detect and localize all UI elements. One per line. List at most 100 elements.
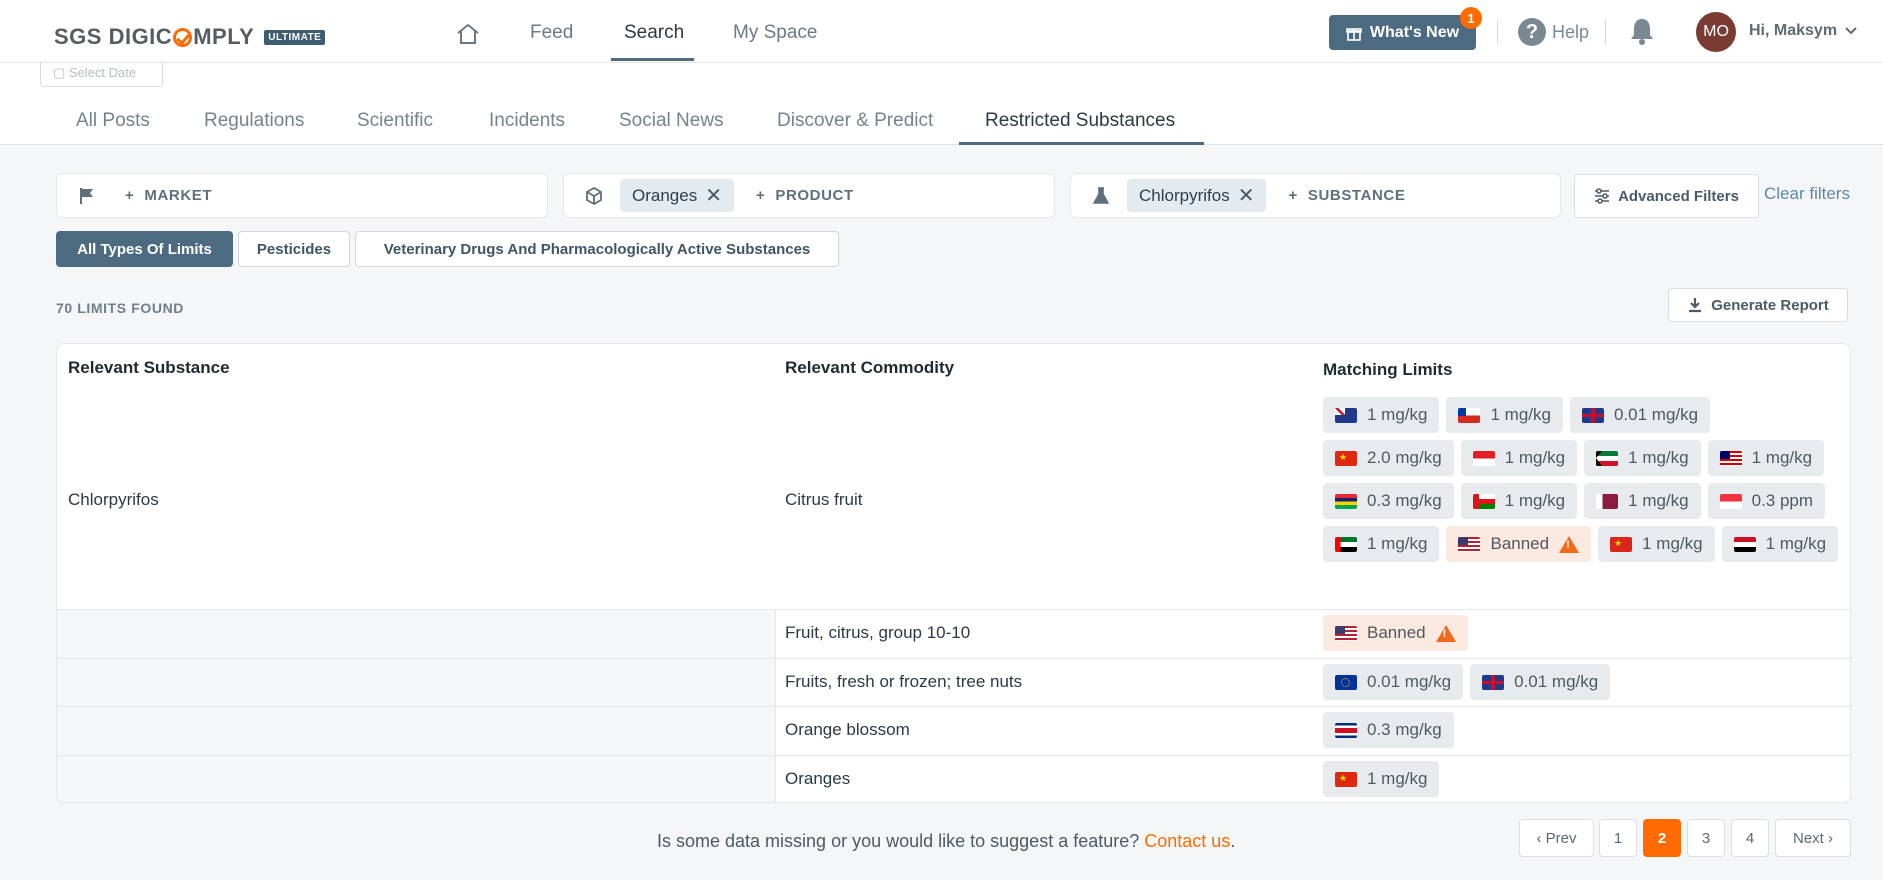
whats-new-label: What's New <box>1369 23 1460 41</box>
empty-substance-cell <box>57 610 776 658</box>
nav-my-space[interactable]: My Space <box>733 22 817 44</box>
limit-type-pesticides[interactable]: Pesticides <box>238 231 350 267</box>
flask-icon <box>1091 186 1111 206</box>
home-icon[interactable] <box>455 22 481 46</box>
pagination-prev-label: Prev <box>1545 829 1577 847</box>
flag-om-icon <box>1472 493 1495 509</box>
limit-chip-banned[interactable]: Banned <box>1446 526 1592 562</box>
pagination-prev[interactable]: ‹ Prev <box>1519 819 1594 857</box>
chevron-left-icon: ‹ <box>1536 829 1546 847</box>
matching-limits-list: Banned <box>1323 615 1843 651</box>
nav-active-indicator <box>611 58 694 61</box>
avatar[interactable]: MO <box>1696 12 1736 52</box>
limit-chip[interactable]: 1 mg/kg <box>1707 440 1825 476</box>
tab-social-news[interactable]: Social News <box>619 110 724 132</box>
limit-value: Banned <box>1367 623 1426 642</box>
empty-substance-cell <box>57 707 776 755</box>
contact-us-link[interactable]: Contact us <box>1144 831 1230 851</box>
limit-value: 1 mg/kg <box>1765 534 1827 553</box>
pagination-page[interactable]: 3 <box>1687 819 1725 857</box>
tab-scientific[interactable]: Scientific <box>357 110 433 132</box>
pagination-next[interactable]: Next › <box>1775 819 1851 857</box>
user-menu[interactable]: Hi, Maksym <box>1749 22 1857 40</box>
limit-type-all[interactable]: All Types Of Limits <box>56 231 233 267</box>
pagination-page[interactable]: 1 <box>1599 819 1637 857</box>
advanced-filters-label: Advanced Filters <box>1618 187 1739 205</box>
plus-icon: + <box>125 187 135 204</box>
matching-limits-list: ★ 1 mg/kg <box>1323 761 1843 797</box>
limit-chip[interactable]: 1 mg/kg <box>1460 440 1578 476</box>
substance-chip[interactable]: Chlorpyrifos ✕ <box>1127 179 1267 212</box>
limit-value: 1 mg/kg <box>1367 405 1428 424</box>
generate-report-label: Generate Report <box>1711 296 1829 314</box>
limit-type-veterinary-drugs[interactable]: Veterinary Drugs And Pharmacologically A… <box>355 231 839 267</box>
flag-ye-icon <box>1733 536 1756 552</box>
limit-chip[interactable]: 0.3 mg/kg <box>1323 483 1454 519</box>
limit-chip[interactable]: 1 mg/kg <box>1323 526 1440 562</box>
limit-chip[interactable]: 1 mg/kg <box>1584 483 1701 519</box>
flag-gb-icon <box>1482 674 1505 690</box>
product-chip-label: Oranges <box>632 185 698 205</box>
product-chip[interactable]: Oranges ✕ <box>620 179 734 212</box>
add-product-button[interactable]: + PRODUCT <box>756 187 854 204</box>
limit-value: 2.0 mg/kg <box>1367 448 1442 467</box>
chevron-right-icon: › <box>1823 829 1833 847</box>
pagination-page-current[interactable]: 2 <box>1643 819 1681 857</box>
nav-feed[interactable]: Feed <box>530 22 573 44</box>
nav-search[interactable]: Search <box>624 22 684 44</box>
limit-chip[interactable]: 1 mg/kg <box>1584 440 1701 476</box>
flag-cn-icon: ★ <box>1335 771 1357 787</box>
generate-report-button[interactable]: Generate Report <box>1668 288 1848 322</box>
close-icon[interactable]: ✕ <box>705 186 722 206</box>
tab-discover-predict[interactable]: Discover & Predict <box>777 110 933 132</box>
header-divider <box>1605 20 1606 44</box>
advanced-filters-button[interactable]: Advanced Filters <box>1574 174 1759 218</box>
limit-chip[interactable]: 0.3 ppm <box>1707 483 1826 519</box>
plus-icon: + <box>1288 187 1298 204</box>
commodity-cell: Fruits, fresh or frozen; tree nuts <box>785 672 1023 691</box>
help-link[interactable]: ? Help <box>1518 18 1589 46</box>
help-icon: ? <box>1518 18 1546 46</box>
tab-restricted-substances[interactable]: Restricted Substances <box>985 110 1175 132</box>
limit-value: 1 mg/kg <box>1751 448 1813 467</box>
limit-chip-banned[interactable]: Banned <box>1323 615 1468 651</box>
header-divider <box>1497 20 1498 44</box>
limit-value: 0.3 mg/kg <box>1367 720 1442 739</box>
limit-chip[interactable]: 1 mg/kg <box>1446 397 1563 433</box>
clear-filters-link[interactable]: Clear filters <box>1764 184 1850 204</box>
limit-chip[interactable]: 1 mg/kg <box>1460 483 1578 519</box>
tab-incidents[interactable]: Incidents <box>489 110 565 132</box>
flag-eu-icon <box>1335 674 1357 690</box>
flag-my-icon <box>1719 450 1742 466</box>
sgs-digicomply-logo[interactable]: SGS DIGIC MPLY ULTIMATE <box>54 24 326 50</box>
limit-chip[interactable]: 1 mg/kg <box>1721 526 1839 562</box>
limit-chip[interactable]: 1 mg/kg <box>1323 397 1440 433</box>
matching-limits-list: 0.3 mg/kg <box>1323 712 1843 748</box>
add-substance-button[interactable]: + SUBSTANCE <box>1288 187 1405 204</box>
pagination-page[interactable]: 4 <box>1731 819 1769 857</box>
tab-all-posts[interactable]: All Posts <box>76 110 150 132</box>
add-market-button[interactable]: + MARKET <box>125 187 212 204</box>
feedback-period: . <box>1230 831 1236 851</box>
whats-new-button[interactable]: What's New <box>1329 15 1476 50</box>
limit-chip[interactable]: ★ 1 mg/kg <box>1323 761 1440 797</box>
commodity-cell: Oranges <box>785 769 851 788</box>
close-icon[interactable]: ✕ <box>1238 186 1255 206</box>
limit-chip[interactable]: 0.3 mg/kg <box>1323 712 1454 748</box>
flag-mu-icon <box>1335 493 1357 509</box>
feedback-label: Is some data missing or you would like t… <box>657 831 1145 851</box>
limit-chip[interactable]: 0.01 mg/kg <box>1569 397 1711 433</box>
bell-icon[interactable] <box>1628 16 1656 46</box>
limit-chip[interactable]: 0.01 mg/kg <box>1470 664 1611 700</box>
limit-value: 1 mg/kg <box>1642 534 1703 553</box>
logo-text-part2: MPLY <box>193 24 255 49</box>
flag-hk-icon: ★ <box>1335 450 1357 466</box>
commodity-cell: Orange blossom <box>785 720 910 739</box>
limit-chip[interactable]: ★ 1 mg/kg <box>1598 526 1715 562</box>
flag-us-icon <box>1458 536 1481 552</box>
select-date-field[interactable]: ▢ Select Date <box>40 61 163 87</box>
limit-chip[interactable]: ★ 2.0 mg/kg <box>1323 440 1454 476</box>
limit-chip[interactable]: 0.01 mg/kg <box>1323 664 1464 700</box>
tab-regulations[interactable]: Regulations <box>204 110 304 132</box>
logo-text-part1: SGS DIGIC <box>54 24 173 49</box>
